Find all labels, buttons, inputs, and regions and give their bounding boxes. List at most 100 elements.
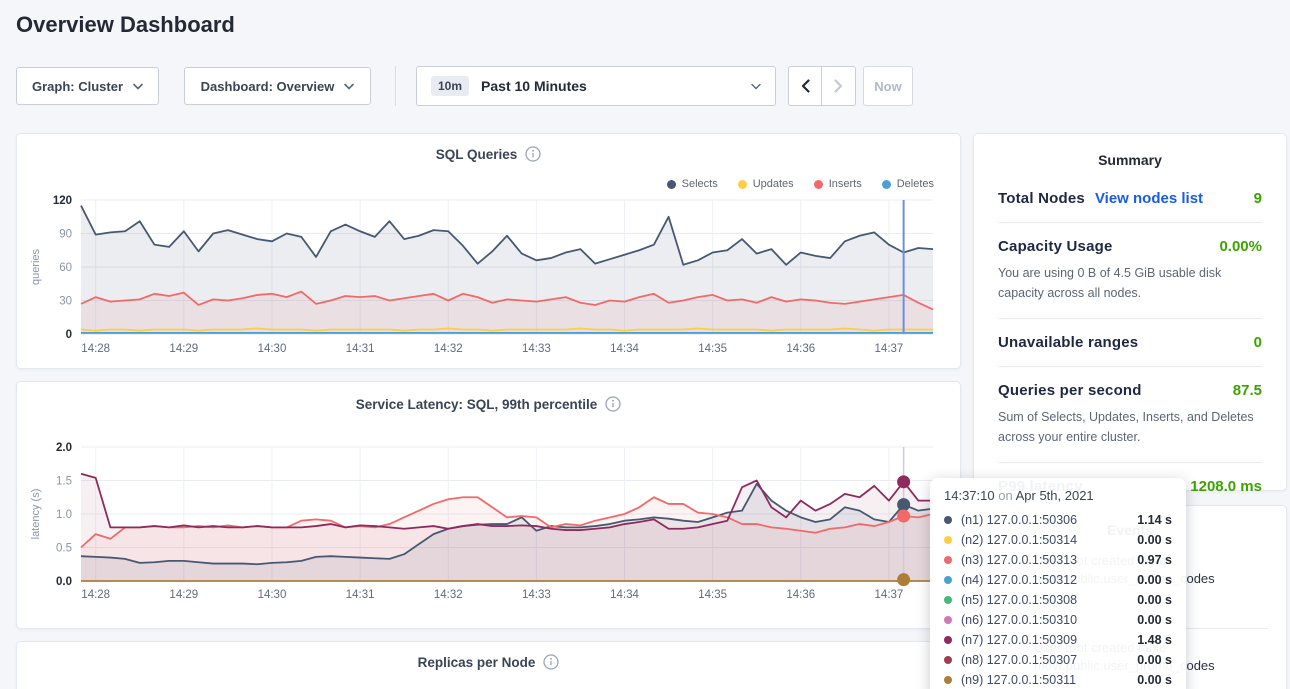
x-tick-label: 14:29 <box>169 343 198 355</box>
graph-dropdown-label: Graph: Cluster <box>32 79 123 94</box>
tooltip-node-value: 0.97 s <box>1137 553 1172 567</box>
tooltip-title: 14:37:10 on Apr 5th, 2021 <box>944 488 1172 503</box>
x-tick-label: 14:37 <box>875 343 904 355</box>
tooltip-node-value: 0.00 s <box>1137 593 1172 607</box>
tooltip-node-label: (n2) 127.0.0.1:50314 <box>961 533 1077 547</box>
tooltip-node-dot <box>944 596 952 604</box>
y-tick-label: 0.0 <box>56 576 72 588</box>
toolbar-divider <box>395 66 396 106</box>
tooltip-node-value: 1.14 s <box>1137 513 1172 527</box>
x-tick-label: 14:34 <box>610 589 639 601</box>
y-tick-label: 1.0 <box>56 509 72 521</box>
summary-row: Unavailable ranges0 <box>998 334 1262 351</box>
tooltip-date: Apr 5th, 2021 <box>1016 488 1094 503</box>
time-range-picker[interactable]: 10m Past 10 Minutes <box>416 66 776 106</box>
info-icon[interactable] <box>525 146 541 162</box>
x-tick-label: 14:34 <box>610 343 639 355</box>
y-tick-label: 1.5 <box>56 476 72 488</box>
tooltip-node-label: (n3) 127.0.0.1:50313 <box>961 553 1077 567</box>
tooltip-node-value: 0.00 s <box>1137 653 1172 667</box>
tooltip-row: (n1) 127.0.0.1:50306 1.14 s <box>944 511 1172 529</box>
x-tick-label: 14:36 <box>786 343 815 355</box>
graph-dropdown[interactable]: Graph: Cluster <box>16 67 159 105</box>
tooltip-node-value: 0.00 s <box>1137 673 1172 687</box>
tooltip-node-label: (n6) 127.0.0.1:50310 <box>961 613 1077 627</box>
summary-row-label: Capacity Usage <box>998 238 1113 255</box>
summary-row-value: 87.5 <box>1233 382 1262 399</box>
chevron-down-icon <box>133 83 143 90</box>
tooltip-node-dot <box>944 676 952 684</box>
service-latency-chart[interactable]: 0.00.51.01.52.014:2814:2914:3014:3114:32… <box>17 432 962 610</box>
tooltip-row: (n9) 127.0.0.1:503110.00 s <box>944 671 1172 689</box>
chart-title-row: SQL Queries <box>17 146 960 162</box>
summary-divider <box>998 366 1262 367</box>
time-range-label: Past 10 Minutes <box>481 78 587 94</box>
tooltip-node-dot <box>944 656 952 664</box>
y-tick-label: 60 <box>59 262 72 274</box>
chevron-right-icon <box>834 79 843 93</box>
chevron-left-icon <box>801 79 810 93</box>
hover-dot <box>897 573 910 586</box>
summary-row-description: Sum of Selects, Updates, Inserts, and De… <box>998 407 1262 447</box>
tooltip-on: on <box>998 488 1012 503</box>
tooltip-node-label: (n8) 127.0.0.1:50307 <box>961 653 1077 667</box>
time-nav-group <box>788 66 856 106</box>
summary-row: Capacity Usage0.00%You are using 0 B of … <box>998 238 1262 303</box>
tooltip-node-label: (n1) 127.0.0.1:50306 <box>961 513 1077 527</box>
x-tick-label: 14:30 <box>258 589 287 601</box>
y-tick-label: 2.0 <box>56 442 72 454</box>
time-prev-button[interactable] <box>788 66 822 106</box>
tooltip-node-dot <box>944 536 952 544</box>
tooltip-node-dot <box>944 576 952 584</box>
y-tick-label: 30 <box>59 296 72 308</box>
summary-row-label: Unavailable ranges <box>998 334 1138 351</box>
chart-hover-tooltip: 14:37:10 on Apr 5th, 2021 (n1) 127.0.0.1… <box>930 478 1186 689</box>
dashboard-dropdown-label: Dashboard: Overview <box>201 79 335 94</box>
sql-queries-chart[interactable]: 030609012014:2814:2914:3014:3114:3214:33… <box>17 180 962 370</box>
time-next-button[interactable] <box>822 66 856 106</box>
chart-title: Replicas per Node <box>418 655 536 670</box>
x-tick-label: 14:36 <box>786 589 815 601</box>
tooltip-node-dot <box>944 556 952 564</box>
view-nodes-list-link[interactable]: View nodes list <box>1095 190 1203 207</box>
x-tick-label: 14:33 <box>522 589 551 601</box>
tooltip-row: (n7) 127.0.0.1:503091.48 s <box>944 631 1172 649</box>
info-icon[interactable] <box>605 396 621 412</box>
chevron-down-icon <box>751 83 761 90</box>
dashboard-dropdown[interactable]: Dashboard: Overview <box>184 67 371 105</box>
tooltip-node-value: 1.48 s <box>1137 633 1172 647</box>
chevron-down-icon <box>344 83 354 90</box>
tooltip-node-label: (n5) 127.0.0.1:50308 <box>961 593 1077 607</box>
tooltip-time: 14:37:10 <box>944 488 995 503</box>
tooltip-node-value: 0.00 s <box>1137 573 1172 587</box>
tooltip-row: (n4) 127.0.0.1:503120.00 s <box>944 571 1172 589</box>
time-now-button[interactable]: Now <box>863 66 913 106</box>
tooltip-row: (n2) 127.0.0.1:50314 0.00 s <box>944 531 1172 549</box>
hover-dot <box>897 475 910 488</box>
tooltip-node-dot <box>944 636 952 644</box>
x-tick-label: 14:31 <box>346 343 375 355</box>
series-area <box>81 206 933 334</box>
summary-row-label: Queries per second <box>998 382 1142 399</box>
x-tick-label: 14:33 <box>522 343 551 355</box>
tooltip-node-dot <box>944 516 952 524</box>
chart-title-row: Replicas per Node <box>17 654 960 670</box>
chart-title: SQL Queries <box>436 147 518 162</box>
x-tick-label: 14:31 <box>346 589 375 601</box>
info-icon[interactable] <box>543 654 559 670</box>
summary-row-description: You are using 0 B of 4.5 GiB usable disk… <box>998 263 1262 303</box>
sql-queries-card: SQL Queries SelectsUpdatesInsertsDeletes… <box>16 133 961 369</box>
x-tick-label: 14:32 <box>434 343 463 355</box>
tooltip-node-value: 0.00 s <box>1137 533 1172 547</box>
summary-title: Summary <box>998 152 1262 168</box>
hover-dot <box>897 498 910 511</box>
service-latency-card: Service Latency: SQL, 99th percentile 0.… <box>16 381 961 629</box>
summary-row-value: 1208.0 ms <box>1190 478 1262 495</box>
y-tick-label: 0 <box>66 329 72 341</box>
replicas-per-node-card: Replicas per Node <box>16 641 961 689</box>
tooltip-node-dot <box>944 616 952 624</box>
y-tick-label: 120 <box>53 195 72 207</box>
tooltip-node-value: 0.00 s <box>1137 613 1172 627</box>
x-tick-label: 14:28 <box>81 589 110 601</box>
tooltip-rows: (n1) 127.0.0.1:50306 1.14 s (n2) 127.0.0.1… <box>944 511 1172 689</box>
